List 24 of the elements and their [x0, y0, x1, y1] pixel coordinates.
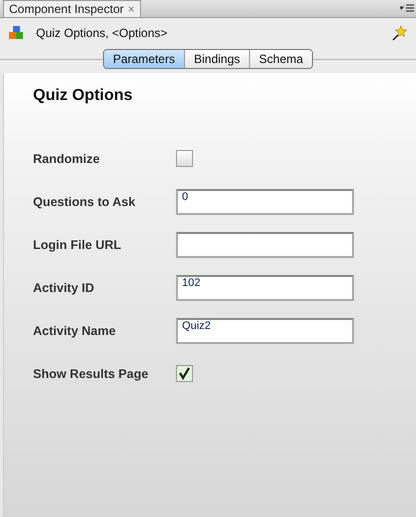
field-label: Questions to Ask — [33, 194, 136, 208]
star-wand-icon[interactable] — [392, 25, 408, 41]
tab[interactable]: Schema — [249, 50, 312, 68]
tab[interactable]: Parameters — [104, 50, 184, 68]
input-field[interactable]: 102 — [176, 274, 354, 300]
section-heading: Quiz Options — [33, 87, 134, 105]
cubes-icon — [8, 25, 24, 41]
component-title: Quiz Options, <Options> — [36, 26, 168, 40]
menu-icon[interactable] — [400, 4, 414, 14]
checkbox[interactable] — [176, 365, 193, 382]
field-label: Login File URL — [33, 238, 122, 252]
panel-tab-label: Component Inspector — [9, 2, 124, 16]
input-field[interactable]: 0 — [176, 188, 354, 214]
checkbox[interactable] — [176, 150, 193, 167]
input-field[interactable]: Quiz2 — [176, 318, 354, 344]
input-field[interactable] — [176, 232, 354, 258]
field-label: Show Results Page — [33, 366, 150, 380]
field-label: Activity ID — [33, 280, 96, 294]
field-label: Activity Name — [33, 324, 117, 338]
check-icon — [178, 367, 191, 380]
panel-tab[interactable]: Component Inspector × — [3, 0, 141, 17]
tab[interactable]: Bindings — [184, 50, 250, 68]
field-label: Randomize — [33, 152, 101, 166]
close-icon[interactable]: × — [128, 2, 135, 16]
